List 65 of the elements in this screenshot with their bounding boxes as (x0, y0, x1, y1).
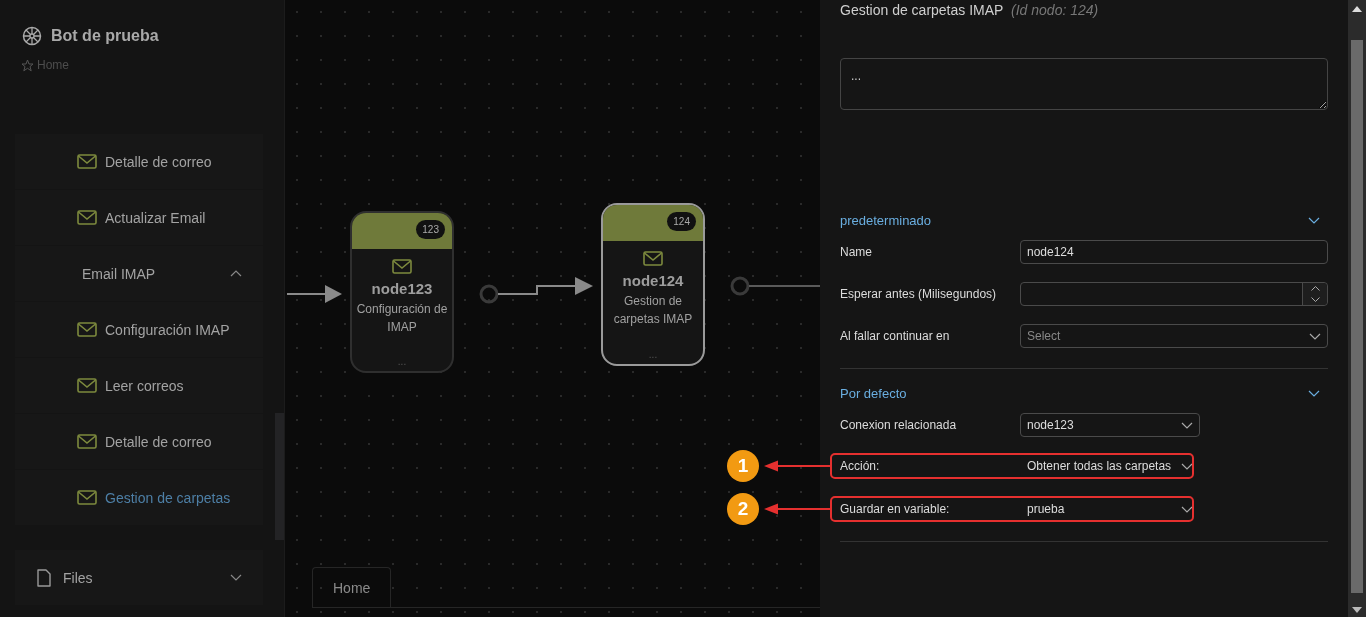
node-id-label: (Id nodo: 124) (1011, 2, 1099, 18)
connection-port[interactable] (479, 284, 499, 304)
star-icon (21, 58, 34, 72)
notes-field[interactable]: ... (840, 58, 1328, 110)
sidebar-section-label: Files (63, 569, 93, 586)
node-id-badge: 123 (416, 220, 445, 239)
sidebar-item-label: Detalle de correo (105, 433, 212, 450)
envelope-icon (77, 490, 97, 505)
sidebar-item-label: Detalle de correo (105, 153, 212, 170)
select-field[interactable]: node123 (1020, 413, 1200, 437)
chevron-down-icon (1181, 462, 1193, 470)
section-title[interactable]: Por defecto (840, 385, 907, 401)
envelope-icon (77, 322, 97, 337)
node-more: ... (397, 356, 407, 369)
section-title[interactable]: predeterminado (840, 212, 932, 228)
node-id-badge: 124 (667, 212, 696, 231)
scroll-up-icon[interactable] (1352, 6, 1362, 12)
wheel-icon (22, 26, 42, 46)
sidebar-item-label: Gestion de carpetas (105, 489, 231, 506)
chevron-down-icon (1309, 332, 1321, 340)
field-label: Esperar antes (Milisegundos) (840, 287, 998, 301)
select-field[interactable]: Select (1020, 324, 1328, 348)
envelope-icon (392, 259, 412, 274)
node-more: ... (648, 349, 658, 362)
flow-node[interactable]: 123 node123 Configuración de IMAP ... (350, 211, 454, 373)
text-field[interactable]: node124 (1020, 240, 1328, 264)
scrollbar-thumb[interactable] (275, 413, 284, 540)
field-label: Name (840, 245, 873, 259)
spinner-buttons[interactable] (1302, 283, 1327, 305)
node-description: Configuración de IMAP (355, 301, 449, 336)
panel-title: Gestion de carpetas IMAP (840, 2, 1004, 18)
field-label: Conexion relacionada (840, 418, 958, 432)
node-name: node124 (622, 272, 684, 289)
envelope-icon (643, 251, 663, 266)
chevron-down-icon (1308, 389, 1320, 397)
sidebar-item-label: Configuración IMAP (105, 321, 230, 338)
envelope-icon (77, 154, 97, 169)
node-name: node123 (371, 280, 433, 297)
callout-arrow (764, 460, 830, 472)
field-label: Acción: (840, 459, 881, 473)
callout-arrow (764, 503, 830, 515)
chevron-up-icon (230, 270, 242, 277)
connection-port[interactable] (730, 276, 750, 296)
chevron-down-icon (1181, 505, 1193, 513)
field-label: Guardar en variable: (840, 502, 951, 516)
node-description: Gestion de carpetas IMAP (612, 293, 694, 328)
envelope-icon (77, 210, 97, 225)
sidebar-item-label: Leer correos (105, 377, 184, 394)
number-field[interactable] (1020, 282, 1328, 306)
chevron-down-icon (1308, 216, 1320, 224)
scroll-down-icon[interactable] (1352, 607, 1362, 613)
app-title: Bot de prueba (51, 27, 159, 45)
connector-arrow (286, 285, 342, 303)
scrollbar[interactable] (1348, 0, 1366, 617)
envelope-icon (77, 378, 97, 393)
field-label: Al fallar continuar en (840, 329, 951, 343)
flow-node[interactable]: 124 node124 Gestion de carpetas IMAP ... (601, 203, 705, 366)
chevron-down-icon (1181, 421, 1193, 429)
chevron-down-icon (230, 574, 242, 581)
sidebar-group-label: Email IMAP (82, 265, 156, 282)
sidebar-item-label: Actualizar Email (105, 209, 206, 226)
file-icon (37, 568, 51, 587)
connector-line (748, 285, 820, 287)
canvas-tab[interactable]: Home (312, 567, 392, 607)
envelope-icon (77, 434, 97, 449)
